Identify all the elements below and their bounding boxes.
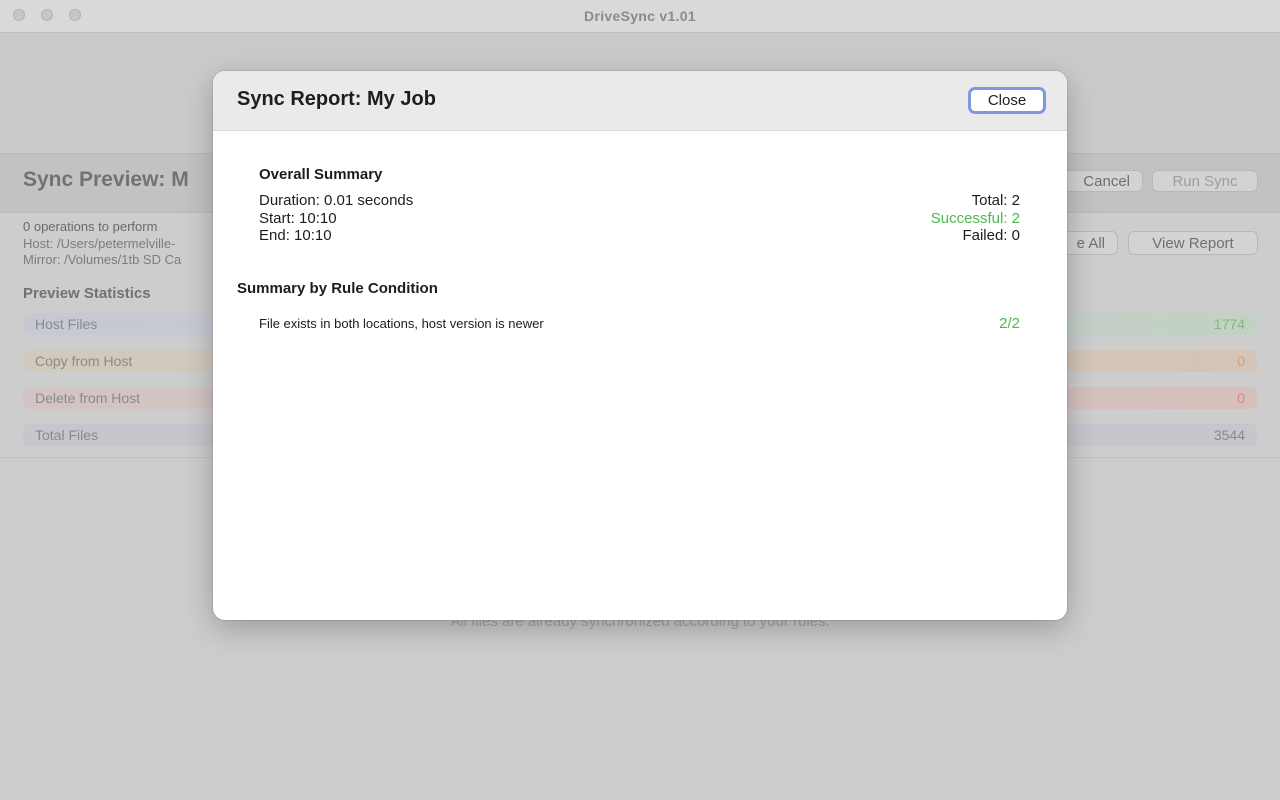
duration-text: Duration: 0.01 seconds bbox=[259, 192, 414, 209]
stat-label: Delete from Host bbox=[35, 390, 141, 406]
rule-condition-label: File exists in both locations, host vers… bbox=[259, 316, 544, 331]
stat-label: Total Files bbox=[35, 427, 99, 443]
title-bar: DriveSync v1.01 bbox=[0, 0, 1280, 33]
stat-label: Copy from Host bbox=[35, 353, 133, 369]
rule-summary-title: Summary by Rule Condition bbox=[237, 280, 438, 297]
rule-condition-row: File exists in both locations, host vers… bbox=[259, 315, 1020, 332]
mirror-path: Mirror: /Volumes/1tb SD Ca bbox=[23, 252, 182, 267]
preview-title: Sync Preview: M bbox=[23, 168, 189, 191]
run-sync-button: Run Sync bbox=[1152, 170, 1258, 192]
host-path: Host: /Users/petermelville- bbox=[23, 235, 176, 251]
job-info: 0 operations to perform Host: /Users/pet… bbox=[23, 219, 181, 269]
window-close-icon[interactable] bbox=[13, 9, 25, 21]
rule-condition-ratio: 2/2 bbox=[999, 315, 1020, 332]
stat-value: 3544 bbox=[1213, 427, 1245, 443]
stat-value: 1774 bbox=[1213, 316, 1245, 332]
total-text: Total: 2 bbox=[971, 192, 1020, 209]
cancel-button: Cancel bbox=[1057, 170, 1143, 192]
summary-counts: Total: 2 Successful: 2 Failed: 0 bbox=[931, 192, 1020, 245]
stat-value: 0 bbox=[1237, 353, 1245, 369]
stat-value: 0 bbox=[1237, 390, 1245, 406]
failed-text: Failed: 0 bbox=[962, 227, 1020, 244]
close-button[interactable]: Close bbox=[968, 87, 1046, 114]
dialog-header: Sync Report: My Job Close bbox=[213, 71, 1067, 131]
operations-count: 0 operations to perform bbox=[23, 219, 158, 234]
window-minimize-icon[interactable] bbox=[41, 9, 53, 21]
start-text: Start: 10:10 bbox=[259, 209, 337, 227]
stat-label: Host Files bbox=[35, 316, 98, 332]
successful-text: Successful: 2 bbox=[930, 209, 1020, 227]
overall-summary-title: Overall Summary bbox=[259, 166, 383, 183]
view-report-button: View Report bbox=[1128, 231, 1258, 255]
sync-report-dialog: Sync Report: My Job Close Overall Summar… bbox=[213, 71, 1067, 620]
window-title: DriveSync v1.01 bbox=[584, 8, 696, 24]
end-text: End: 10:10 bbox=[259, 227, 332, 244]
dialog-title: Sync Report: My Job bbox=[237, 88, 436, 110]
stats-title: Preview Statistics bbox=[23, 285, 151, 302]
summary-times: Duration: 0.01 seconds Start: 10:10 End:… bbox=[259, 192, 413, 245]
window-zoom-icon[interactable] bbox=[69, 9, 81, 21]
